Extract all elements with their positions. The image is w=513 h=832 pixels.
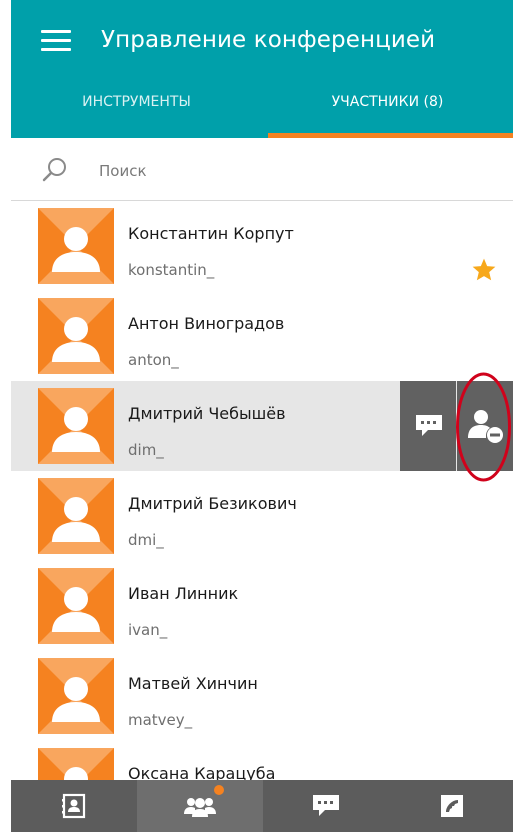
avatar [38, 208, 114, 284]
participant-username: konstantin_ [128, 261, 215, 279]
participant-name: Дмитрий Чебышёв [128, 404, 286, 423]
notification-badge [214, 785, 224, 795]
avatar [38, 298, 114, 374]
active-tab-indicator [268, 133, 513, 138]
call-icon [441, 795, 463, 817]
participant-name: Оксана Карацуба [128, 764, 276, 781]
participant-row[interactable]: Иван Линник ivan_ [11, 561, 513, 651]
avatar [38, 568, 114, 644]
tab-participants[interactable]: УЧАСТНИКИ (8) [262, 90, 513, 138]
nav-chat[interactable] [263, 780, 389, 832]
participant-name: Матвей Хинчин [128, 674, 258, 693]
remove-user-icon [468, 410, 503, 443]
avatar [38, 478, 114, 554]
participant-row[interactable]: Антон Виноградов anton_ [11, 291, 513, 381]
search-bar [11, 140, 513, 201]
participant-name: Иван Линник [128, 584, 239, 603]
search-icon[interactable] [40, 155, 70, 185]
menu-icon[interactable] [41, 30, 71, 52]
participant-row[interactable]: Константин Корпут konstantin_ [11, 201, 513, 291]
page-title: Управление конференцией [101, 27, 436, 53]
chat-icon [313, 795, 339, 816]
remove-participant-button[interactable] [457, 381, 513, 471]
participants-list: Константин Корпут konstantin_ Антон Вино… [11, 201, 513, 781]
participant-name: Антон Виноградов [128, 314, 285, 333]
participant-username: dmi_ [128, 531, 164, 549]
app-header: Управление конференцией ИНСТРУМЕНТЫ УЧАС… [11, 0, 513, 138]
participant-username: dim_ [128, 441, 164, 459]
nav-contacts[interactable] [11, 780, 137, 832]
avatar [38, 658, 114, 734]
bottom-nav [11, 780, 513, 832]
app-frame: Управление конференцией ИНСТРУМЕНТЫ УЧАС… [11, 0, 513, 832]
participant-name: Дмитрий Безикович [128, 494, 297, 513]
participant-row-selected[interactable]: Дмитрий Чебышёв dim_ [11, 381, 513, 471]
participant-row[interactable]: Матвей Хинчин matvey_ [11, 651, 513, 741]
send-message-button[interactable] [400, 381, 456, 471]
favorite-star-icon [472, 258, 496, 281]
participants-icon [184, 798, 216, 817]
participant-username: ivan_ [128, 621, 168, 639]
nav-call[interactable] [389, 780, 513, 832]
chat-bubble-icon [416, 415, 442, 436]
avatar [38, 748, 114, 781]
contacts-icon [62, 793, 86, 819]
participant-row[interactable]: Оксана Карацуба [11, 741, 513, 781]
tab-tools[interactable]: ИНСТРУМЕНТЫ [11, 90, 262, 138]
participant-username: matvey_ [128, 711, 193, 729]
participant-row[interactable]: Дмитрий Безикович dmi_ [11, 471, 513, 561]
nav-participants[interactable] [137, 780, 263, 832]
participant-username: anton_ [128, 351, 179, 369]
participant-name: Константин Корпут [128, 224, 294, 243]
search-input[interactable] [97, 158, 481, 184]
avatar [38, 388, 114, 464]
